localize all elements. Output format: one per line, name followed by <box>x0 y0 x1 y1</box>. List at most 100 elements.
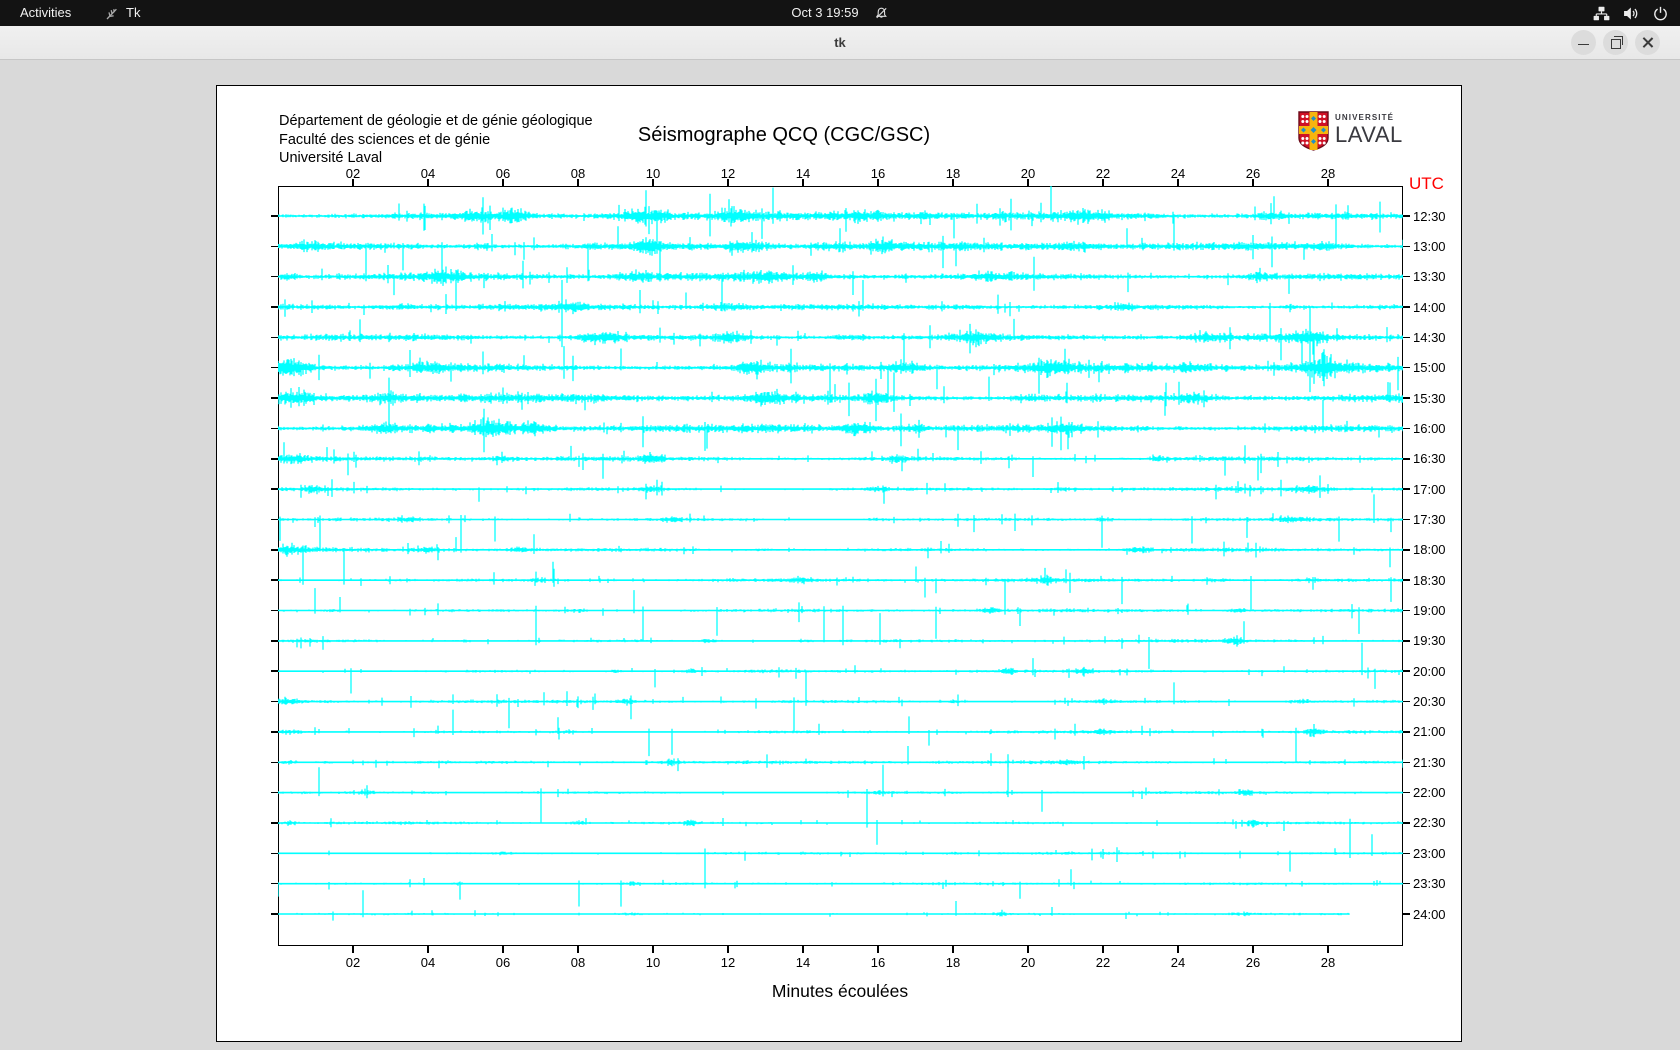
trace-tick-left <box>271 762 278 764</box>
clock-menu[interactable]: Oct 3 19:59 <box>791 0 888 26</box>
trace-tick-right <box>1403 428 1410 430</box>
trace-tick-right <box>1403 306 1410 308</box>
trace-tick-right <box>1403 762 1410 764</box>
trace-tick-right <box>1403 397 1410 399</box>
trace-tick-right <box>1403 337 1410 339</box>
trace-tick-left <box>271 458 278 460</box>
x-tick-label-top: 12 <box>711 166 745 181</box>
trace-time-label: 16:00 <box>1413 421 1446 436</box>
trace-tick-right <box>1403 883 1410 885</box>
institution-line-3: Université Laval <box>279 149 593 168</box>
trace-tick-left <box>271 276 278 278</box>
institution-header: Département de géologie et de génie géol… <box>279 112 593 168</box>
trace-tick-left <box>271 367 278 369</box>
trace-tick-right <box>1403 549 1410 551</box>
trace-tick-right <box>1403 853 1410 855</box>
trace-tick-left <box>271 519 278 521</box>
x-tick-label-bottom: 14 <box>786 955 820 970</box>
trace-tick-left <box>271 610 278 612</box>
x-tick-label-top: 18 <box>936 166 970 181</box>
trace-time-label: 19:00 <box>1413 603 1446 618</box>
x-tick-bottom <box>952 946 954 953</box>
trace-time-label: 16:30 <box>1413 451 1446 466</box>
x-tick-label-top: 02 <box>336 166 370 181</box>
system-status-area[interactable] <box>1593 0 1668 26</box>
x-tick-label-bottom: 20 <box>1011 955 1045 970</box>
trace-tick-right <box>1403 610 1410 612</box>
x-tick-label-top: 08 <box>561 166 595 181</box>
minimize-button[interactable] <box>1571 30 1596 55</box>
activities-button[interactable]: Activities <box>14 0 77 26</box>
x-tick-label-bottom: 16 <box>861 955 895 970</box>
window-titlebar[interactable]: tk <box>0 26 1680 60</box>
x-tick-label-top: 16 <box>861 166 895 181</box>
trace-tick-right <box>1403 640 1410 642</box>
institution-line-2: Faculté des sciences et de génie <box>279 131 593 150</box>
trace-time-label: 18:00 <box>1413 542 1446 557</box>
trace-tick-left <box>271 397 278 399</box>
trace-time-label: 15:00 <box>1413 360 1446 375</box>
x-tick-label-bottom: 06 <box>486 955 520 970</box>
trace-time-label: 13:00 <box>1413 239 1446 254</box>
trace-tick-left <box>271 306 278 308</box>
trace-time-label: 12:30 <box>1413 209 1446 224</box>
trace-time-label: 21:00 <box>1413 724 1446 739</box>
window-controls <box>1571 30 1660 55</box>
trace-tick-right <box>1403 519 1410 521</box>
app-indicator-tk[interactable]: Tk <box>104 0 140 26</box>
trace-tick-left <box>271 883 278 885</box>
x-tick-label-bottom: 18 <box>936 955 970 970</box>
x-tick-label-bottom: 08 <box>561 955 595 970</box>
trace-time-label: 23:30 <box>1413 876 1446 891</box>
x-tick-bottom <box>877 946 879 953</box>
x-tick-label-top: 04 <box>411 166 445 181</box>
restore-button[interactable] <box>1603 30 1628 55</box>
x-tick-bottom <box>577 946 579 953</box>
trace-tick-right <box>1403 822 1410 824</box>
trace-time-label: 23:00 <box>1413 846 1446 861</box>
notifications-disabled-icon <box>875 6 889 20</box>
trace-time-label: 19:30 <box>1413 633 1446 648</box>
app-indicator-label: Tk <box>126 0 140 26</box>
x-tick-label-bottom: 02 <box>336 955 370 970</box>
trace-tick-left <box>271 853 278 855</box>
trace-time-label: 22:30 <box>1413 815 1446 830</box>
trace-tick-left <box>271 337 278 339</box>
seismograph-canvas: Département de géologie et de génie géol… <box>216 85 1462 1042</box>
trace-time-label: 14:30 <box>1413 330 1446 345</box>
desktop: { "topbar": { "activities_label": "Activ… <box>0 0 1680 1050</box>
trace-tick-right <box>1403 276 1410 278</box>
trace-time-label: 21:30 <box>1413 755 1446 770</box>
trace-time-label: 20:00 <box>1413 664 1446 679</box>
trace-tick-right <box>1403 215 1410 217</box>
x-tick-bottom <box>427 946 429 953</box>
trace-tick-right <box>1403 488 1410 490</box>
trace-time-label: 22:00 <box>1413 785 1446 800</box>
x-tick-label-bottom: 28 <box>1311 955 1345 970</box>
x-tick-label-top: 24 <box>1161 166 1195 181</box>
trace-time-label: 14:00 <box>1413 300 1446 315</box>
trace-tick-left <box>271 731 278 733</box>
trace-tick-left <box>271 246 278 248</box>
laval-shield-icon <box>1298 111 1329 151</box>
x-tick-bottom <box>1327 946 1329 953</box>
x-tick-label-top: 20 <box>1011 166 1045 181</box>
close-button[interactable] <box>1635 30 1660 55</box>
trace-time-label: 18:30 <box>1413 573 1446 588</box>
trace-tick-right <box>1403 670 1410 672</box>
x-tick-label-bottom: 24 <box>1161 955 1195 970</box>
x-tick-label-bottom: 22 <box>1086 955 1120 970</box>
trace-tick-left <box>271 579 278 581</box>
x-tick-bottom <box>652 946 654 953</box>
universite-laval-logo: UNIVERSITÉ LAVAL <box>1298 111 1403 151</box>
chart-title: Séismographe QCQ (CGC/GSC) <box>638 124 930 147</box>
trace-tick-right <box>1403 731 1410 733</box>
x-tick-label-bottom: 12 <box>711 955 745 970</box>
x-tick-label-top: 14 <box>786 166 820 181</box>
trace-tick-right <box>1403 913 1410 915</box>
x-tick-label-bottom: 10 <box>636 955 670 970</box>
x-tick-label-top: 28 <box>1311 166 1345 181</box>
trace-time-label: 24:00 <box>1413 907 1446 922</box>
trace-time-label: 15:30 <box>1413 391 1446 406</box>
minimize-icon <box>1578 44 1589 45</box>
